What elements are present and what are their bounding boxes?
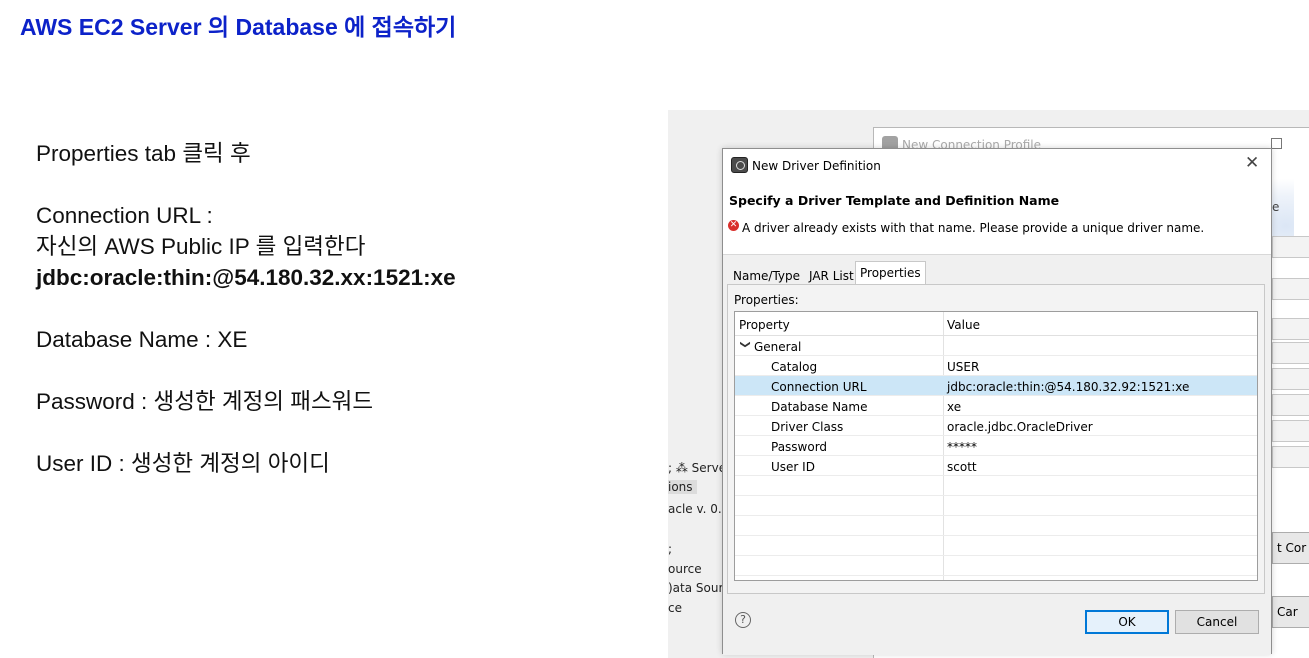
tab-properties[interactable]: Properties [855,261,926,285]
empty-row [735,496,1257,516]
empty-row [735,516,1257,536]
connection-field-strip [1272,446,1309,468]
new-driver-definition-dialog: New Driver Definition ✕ Specify a Driver… [722,148,1272,655]
properties-table[interactable]: Property Value ❯ General Catalog USER Co… [734,311,1258,581]
property-name: Catalog [771,360,818,374]
servers-tab[interactable]: ; ⁂ Serve [668,461,726,475]
properties-label: Properties: [734,293,799,307]
connection-field-strip [1272,318,1309,340]
close-icon[interactable]: ✕ [1245,153,1259,173]
error-icon: ✕ [728,220,739,231]
connection-field-strip [1272,368,1309,390]
property-value[interactable]: oracle.jdbc.OracleDriver [947,420,1093,434]
cancel-connection-button[interactable]: Car [1272,596,1309,628]
connection-field-strip [1272,342,1309,364]
note-connection-url: Connection URL : [36,203,213,228]
column-header-property[interactable]: Property [739,318,790,332]
property-value[interactable]: scott [947,460,977,474]
table-row[interactable]: Driver Class oracle.jdbc.OracleDriver [735,416,1257,436]
note-properties-tab: Properties tab 클릭 후 [36,141,251,166]
property-value[interactable]: USER [947,360,979,374]
property-name: User ID [771,460,815,474]
note-password: Password : 생성한 계정의 패스워드 [36,389,374,414]
connection-field-strip [1272,278,1309,300]
table-row[interactable]: User ID scott [735,456,1257,476]
dialog-header: Specify a Driver Template and Definition… [723,181,1271,255]
property-name: Database Name [771,400,868,414]
error-message: A driver already exists with that name. … [742,221,1205,235]
tree-item-connections[interactable]: ions [668,480,697,494]
chevron-down-icon[interactable]: ❯ [740,339,751,350]
connection-profile-text-fragment: e [1272,200,1280,214]
tree-item-oracle[interactable]: acle v. 0.2 [668,502,729,516]
group-label: General [754,340,802,354]
property-value[interactable]: jdbc:oracle:thin:@54.180.32.92:1521:xe [947,380,1189,394]
properties-panel: Properties: Property Value ❯ General Cat… [727,284,1265,594]
table-row-selected[interactable]: Connection URL jdbc:oracle:thin:@54.180.… [735,376,1257,396]
property-name: Password [771,440,828,454]
connection-field-strip [1272,236,1309,258]
empty-row [735,556,1257,576]
table-row[interactable]: Password ***** [735,436,1257,456]
tree-item-source[interactable]: ource [668,562,702,576]
note-user-id: User ID : 생성한 계정의 아이디 [36,451,330,476]
instruction-notes: Properties tab 클릭 후 Connection URL : 자신의… [36,138,636,479]
group-row-general[interactable]: ❯ General [735,336,1257,356]
test-connection-button[interactable]: t Cor [1272,532,1309,564]
property-value[interactable]: ***** [947,440,977,454]
property-name: Connection URL [771,380,867,394]
help-icon[interactable]: ? [735,612,751,628]
empty-row [735,476,1257,496]
slide-title: AWS EC2 Server 의 Database 에 접속하기 [20,14,457,40]
empty-row [735,536,1257,556]
dialog-body: Name/Type JAR List Properties Properties… [723,255,1271,655]
dialog-title: New Driver Definition [752,159,881,173]
property-value[interactable]: xe [947,400,961,414]
ok-button[interactable]: OK [1085,610,1169,634]
driver-definition-icon [731,157,748,173]
property-name: Driver Class [771,420,844,434]
tree-item-data-source[interactable]: )ata Sourc [668,581,730,595]
table-header-row: Property Value [735,312,1257,336]
table-row[interactable]: Database Name xe [735,396,1257,416]
note-database-name: Database Name : XE [36,327,248,352]
column-header-value[interactable]: Value [947,318,980,332]
dialog-heading: Specify a Driver Template and Definition… [729,193,1060,208]
cancel-button[interactable]: Cancel [1175,610,1259,634]
tab-name-type[interactable]: Name/Type [729,265,804,285]
connection-field-strip [1272,394,1309,416]
connection-field-strip [1272,420,1309,442]
table-row[interactable]: Catalog USER [735,356,1257,376]
tab-jar-list[interactable]: JAR List [805,265,858,285]
tree-item-ce[interactable]: ce [668,601,682,615]
note-public-ip: 자신의 AWS Public IP 를 입력한다 [36,234,366,259]
tree-item-semicolon: ; [668,542,673,556]
maximize-icon[interactable] [1271,138,1282,149]
note-jdbc-url: jdbc:oracle:thin:@54.180.32.xx:1521:xe [36,265,456,290]
